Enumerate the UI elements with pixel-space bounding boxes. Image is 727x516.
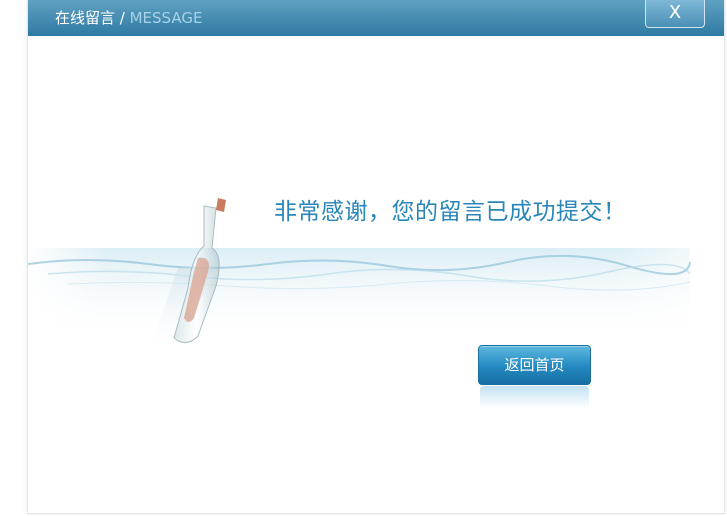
- dialog-header: 在线留言 / MESSAGE X: [28, 0, 724, 36]
- dialog-body: 非常感谢，您的留言已成功提交！ 返回首页: [28, 36, 724, 512]
- message-dialog: 在线留言 / MESSAGE X 非常感谢，您的留言已成功提交！ 返回首页: [27, 0, 725, 514]
- dialog-title-separator: /: [115, 9, 130, 27]
- button-reflection: [480, 386, 589, 408]
- close-button[interactable]: X: [645, 0, 705, 28]
- dialog-title-en: MESSAGE: [129, 9, 203, 27]
- dialog-title-cn: 在线留言: [55, 9, 116, 27]
- success-message: 非常感谢，您的留言已成功提交！: [274, 199, 627, 225]
- dialog-title: 在线留言 / MESSAGE: [55, 8, 202, 28]
- return-home-button[interactable]: 返回首页: [478, 345, 591, 385]
- bottle-illustration: [28, 198, 691, 356]
